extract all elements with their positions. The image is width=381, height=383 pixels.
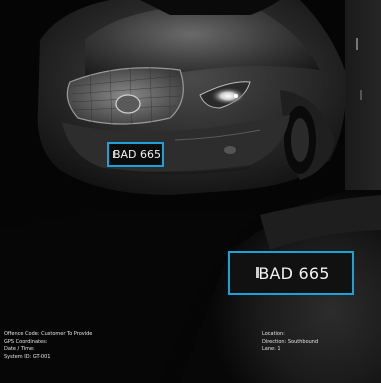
- night-car-photo: [0, 0, 381, 383]
- lane-line: Lane: 1: [262, 346, 281, 353]
- info-panel-right: Location: Direction: Southbound Lane: 1: [262, 331, 318, 354]
- plate-flag-icon: [256, 267, 259, 278]
- location-line: Location:: [262, 331, 285, 337]
- plate-zoom-large: BAD 665: [228, 251, 354, 295]
- plate-highlight-small: BAD 665: [107, 142, 164, 167]
- plate-flag-icon: [113, 151, 115, 158]
- date-time-line: Date / Time:: [4, 346, 35, 353]
- camera-frame: BAD 665 BAD 665 Offence Code: Customer T…: [0, 0, 381, 383]
- plate-text-large: BAD 665: [258, 263, 330, 283]
- plate-text-small: BAD 665: [112, 148, 162, 161]
- direction-line: Direction: Southbound: [262, 338, 319, 345]
- system-id-line: System ID: GT-001: [4, 353, 51, 360]
- gps-coordinates-line: GPS Coordinates:: [4, 338, 48, 345]
- offence-code-line: Offence Code: Customer To Provide: [4, 331, 93, 337]
- info-panel-left: Offence Code: Customer To Provide GPS Co…: [4, 331, 92, 361]
